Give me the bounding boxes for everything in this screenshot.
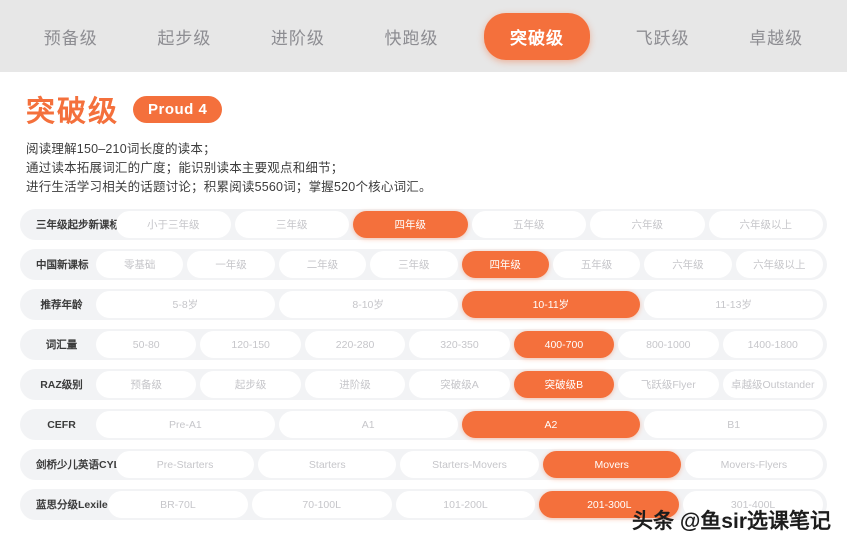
criteria-option[interactable]: 50-80 <box>96 331 197 358</box>
criteria-row-label: 三年级起步新课标 <box>36 219 120 231</box>
tab-3[interactable]: 快跑级 <box>370 14 452 59</box>
criteria-option[interactable]: 301-400L <box>683 491 823 518</box>
criteria-options: Pre-Starters Starters Starters-Movers Mover… <box>116 451 824 478</box>
criteria-option[interactable]: 六年级以上 <box>708 211 823 238</box>
criteria-option[interactable]: 进阶级 <box>304 371 406 398</box>
criteria-option[interactable]: 零基础 <box>96 251 184 278</box>
criteria-options: 50-80 120-150 220-280 320-350 400-700 800-100… <box>96 331 823 358</box>
criteria-option[interactable]: 二年级 <box>278 251 367 278</box>
criteria-option[interactable]: 70-100L <box>251 491 392 518</box>
criteria-option[interactable]: 起步级 <box>200 371 301 398</box>
criteria-row-label: 剑桥少儿英语CYLE <box>36 459 128 471</box>
criteria-option[interactable]: 320-350 <box>409 331 510 358</box>
criteria-option[interactable]: 三年级 <box>234 211 349 238</box>
criteria-option[interactable]: 预备级 <box>96 371 197 398</box>
description-line: 通过读本拓展词汇的广度；能识别读本主要观点和细节； <box>26 161 344 175</box>
description-line: 阅读理解150–210词长度的读本； <box>26 142 216 156</box>
criteria-option[interactable]: 11-13岁 <box>644 291 823 318</box>
criteria-option[interactable]: A1 <box>278 411 458 438</box>
tab-4[interactable]: 突破级 <box>484 12 591 60</box>
criteria-rows: 三年级起步新课标 小于三年级 三年级 四年级 五年级 六年级 六年级以上 中国新课标 零基础 一年… <box>0 197 847 520</box>
level-badge: Proud 4 <box>133 95 223 123</box>
criteria-option[interactable]: 六年级 <box>644 251 732 278</box>
criteria-row: 三年级起步新课标 小于三年级 三年级 四年级 五年级 六年级 六年级以上 <box>20 209 827 240</box>
criteria-option[interactable]: 突破级A <box>409 371 510 398</box>
criteria-row-label: CEFR <box>47 418 76 431</box>
criteria-option-selected[interactable]: Movers <box>542 451 681 478</box>
criteria-option[interactable]: Pre-A1 <box>96 411 275 438</box>
criteria-option[interactable]: 六年级 <box>590 211 705 238</box>
criteria-option-selected[interactable]: 201-300L <box>539 491 680 518</box>
criteria-row: 词汇量 50-80 120-150 220-280 320-350 400-700 800-… <box>20 329 827 360</box>
criteria-option[interactable]: 五年级 <box>552 251 641 278</box>
level-header: 突破级 Proud 4 <box>0 72 847 130</box>
level-detail-page: 预备级 起步级 进阶级 快跑级 突破级 飞跃级 卓越级 突破级 Proud 4 阅读理解15… <box>0 0 847 543</box>
criteria-options: Pre-A1 A1 A2 B1 <box>96 411 823 438</box>
criteria-option[interactable]: 101-200L <box>395 491 536 518</box>
level-description: 阅读理解150–210词长度的读本； 通过读本拓展词汇的广度；能识别读本主要观点和… <box>0 130 847 197</box>
criteria-row: CEFR Pre-A1 A1 A2 B1 <box>20 409 827 440</box>
criteria-row-label: 推荐年龄 <box>40 299 83 311</box>
criteria-options: 5-8岁 8-10岁 10-11岁 11-13岁 <box>96 291 823 318</box>
criteria-option[interactable]: 小于三年级 <box>116 211 231 238</box>
criteria-option[interactable]: 卓越级Outstander <box>722 371 823 398</box>
criteria-option[interactable]: BR-70L <box>108 491 248 518</box>
tab-1[interactable]: 起步级 <box>143 14 225 59</box>
criteria-option[interactable]: 5-8岁 <box>96 291 275 318</box>
criteria-row: 推荐年龄 5-8岁 8-10岁 10-11岁 11-13岁 <box>20 289 827 320</box>
criteria-row-label: RAZ级别 <box>40 379 83 391</box>
criteria-option-selected[interactable]: 四年级 <box>353 211 468 238</box>
criteria-option[interactable]: 8-10岁 <box>278 291 458 318</box>
criteria-row-label: 词汇量 <box>45 339 78 351</box>
criteria-option[interactable]: 一年级 <box>187 251 275 278</box>
criteria-options: 零基础 一年级 二年级 三年级 四年级 五年级 六年级 六年级以上 <box>96 251 823 278</box>
criteria-options: BR-70L 70-100L 101-200L 201-300L 301-400L <box>108 491 823 518</box>
tab-0[interactable]: 预备级 <box>30 14 112 59</box>
criteria-option[interactable]: 220-280 <box>304 331 406 358</box>
criteria-option[interactable]: 120-150 <box>200 331 301 358</box>
criteria-option[interactable]: 1400-1800 <box>722 331 823 358</box>
description-line: 进行生活学习相关的话题讨论；积累阅读5560词；掌握520个核心词汇。 <box>26 180 432 194</box>
tab-5[interactable]: 飞跃级 <box>622 14 704 59</box>
criteria-row: 剑桥少儿英语CYLE Pre-Starters Starters Starters-M… <box>20 449 827 480</box>
criteria-options: 预备级 起步级 进阶级 突破级A 突破级B 飞跃级Flyer 卓越级Outstander <box>96 371 823 398</box>
criteria-option-selected[interactable]: 400-700 <box>513 331 615 358</box>
tab-2[interactable]: 进阶级 <box>257 14 339 59</box>
criteria-option[interactable]: Starters <box>258 451 397 478</box>
page-title: 突破级 <box>26 96 120 128</box>
criteria-row: 中国新课标 零基础 一年级 二年级 三年级 四年级 五年级 六年级 六年级以上 <box>20 249 827 280</box>
criteria-option[interactable]: 三年级 <box>370 251 458 278</box>
criteria-option-selected[interactable]: 10-11岁 <box>461 291 641 318</box>
criteria-option[interactable]: 六年级以上 <box>735 251 823 278</box>
criteria-option[interactable]: B1 <box>644 411 823 438</box>
criteria-option[interactable]: Starters-Movers <box>400 451 539 478</box>
criteria-option-selected[interactable]: 四年级 <box>461 251 549 278</box>
criteria-option[interactable]: Pre-Starters <box>116 451 255 478</box>
criteria-option[interactable]: 800-1000 <box>618 331 719 358</box>
criteria-row: 蓝思分级Lexile BR-70L 70-100L 101-200L 201-300L 3… <box>20 489 827 520</box>
criteria-option-selected[interactable]: A2 <box>461 411 641 438</box>
criteria-option[interactable]: 飞跃级Flyer <box>618 371 719 398</box>
criteria-row-label: 中国新课标 <box>36 259 89 271</box>
criteria-row: RAZ级别 预备级 起步级 进阶级 突破级A 突破级B 飞跃级Flyer 卓越级Outstan… <box>20 369 827 400</box>
criteria-row-label: 蓝思分级Lexile <box>36 499 108 511</box>
criteria-option[interactable]: 五年级 <box>471 211 586 238</box>
tab-6[interactable]: 卓越级 <box>735 14 817 59</box>
level-tab-bar: 预备级 起步级 进阶级 快跑级 突破级 飞跃级 卓越级 <box>0 0 847 72</box>
criteria-option-selected[interactable]: 突破级B <box>513 371 615 398</box>
criteria-options: 小于三年级 三年级 四年级 五年级 六年级 六年级以上 <box>116 211 823 238</box>
criteria-option[interactable]: Movers-Flyers <box>684 451 824 478</box>
